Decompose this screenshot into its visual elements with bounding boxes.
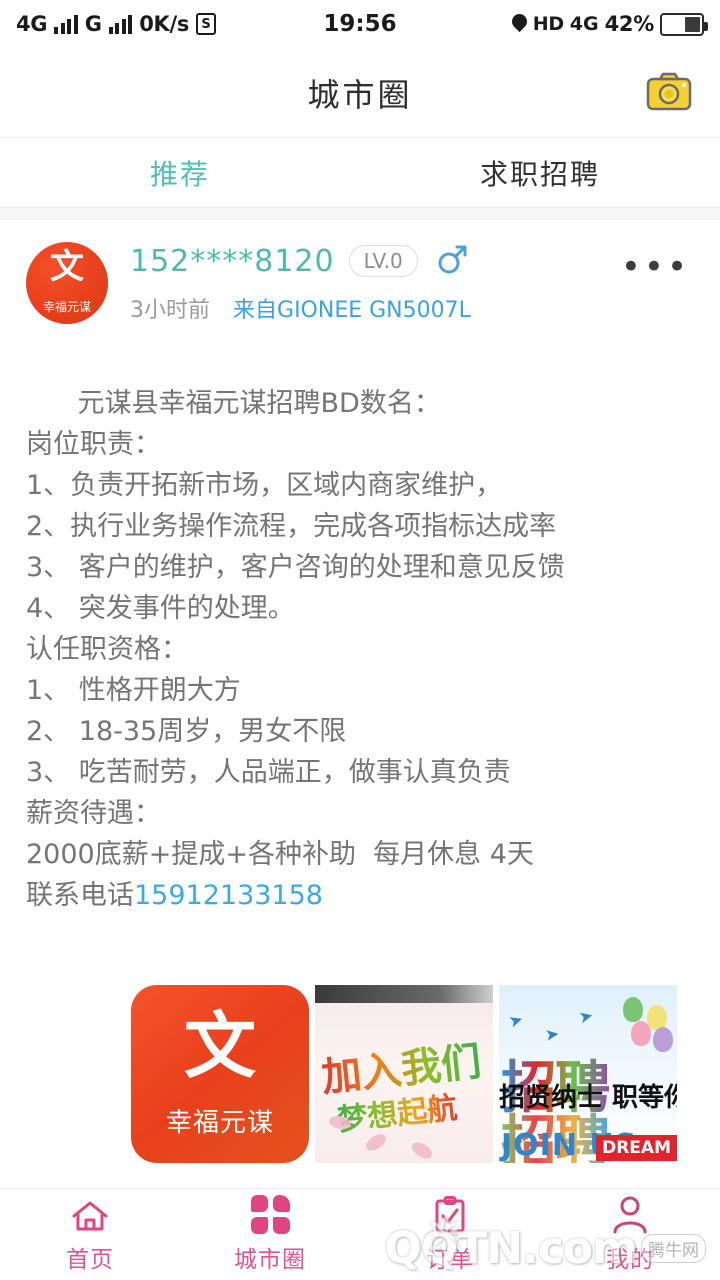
network-type-3: 4G [569,13,599,35]
nav-item-orders[interactable]: 订单 [360,1195,540,1274]
username[interactable]: 152****8120 [130,244,335,279]
grid-four-icon [250,1194,290,1234]
tab-bar: 推荐 求职招聘 [0,138,720,208]
post-image-logo-xingfu-yuanmou[interactable]: 文 幸福元谋 [131,985,309,1164]
poster-badge: DREAM [596,1135,677,1162]
avatar[interactable]: 文 幸福元谋 [26,242,108,324]
person-icon [612,1196,648,1234]
logo-figure: 文 [183,1003,257,1088]
post-author-block: 152****8120 LV.0 ••• 3小时前 来自GIONEE GN500… [108,242,694,324]
nav-label-profile: 我的 [606,1246,654,1273]
nav-label-home: 首页 [66,1246,114,1273]
contact-label: 联系电话 [26,880,134,912]
title-bar: 城市圈 [0,48,720,138]
status-bar: 4G G 0K/s S 19:56 HD 4G 42% [0,0,720,48]
balloon-icon [631,1021,651,1047]
bird-icon: ➤ [506,1009,526,1034]
nav-item-profile[interactable]: 我的 [540,1196,720,1274]
status-bar-right: HD 4G 42% [512,0,708,48]
page-title: 城市圈 [307,75,413,114]
post-source: 来自GIONEE GN5007L [233,298,471,323]
bird-icon: ➤ [576,1006,596,1029]
camera-icon[interactable] [646,71,692,115]
nav-item-home[interactable]: 首页 [0,1196,180,1274]
post-image-join-us-poster[interactable]: 加入我们 梦想起航 [315,985,493,1164]
contact-phone[interactable]: 15912133158 [134,880,323,911]
location-pin-icon [512,14,527,35]
tab-jobs[interactable]: 求职招聘 [360,153,720,193]
post-image-gallery: 文 幸福元谋 加入我们 梦想起航 ➤ ➤ ➤ 招聘 招聘 招贤纳士 职等 JOI… [26,985,694,1164]
clipboard-check-icon [433,1195,467,1234]
post-header: 文 幸福元谋 152****8120 LV.0 ••• 3小时前 来自GIONE… [26,242,694,324]
nav-item-city-circle[interactable]: 城市圈 [180,1194,360,1274]
balloon-icon [653,1027,673,1053]
avatar-label: 幸福元谋 [42,300,91,314]
app-screen: 4G G 0K/s S 19:56 HD 4G 42% 城市圈 推荐 求职招聘 … [0,0,720,1280]
author-row: 152****8120 LV.0 ••• [130,242,694,284]
gender-male-icon [436,242,470,280]
post-meta: 3小时前 来自GIONEE GN5007L [130,292,694,324]
petal-decor-icon [409,1138,435,1164]
post-card: 文 幸福元谋 152****8120 LV.0 ••• 3小时前 来自GIONE… [0,220,720,1280]
bottom-navigation: 首页 城市圈 订单 我的 [0,1188,720,1280]
logo-caption: 幸福元谋 [165,1108,274,1139]
battery-percent: 42% [604,12,655,36]
hd-label: HD [532,13,564,35]
section-divider [0,208,720,220]
post-more-button[interactable]: ••• [621,251,690,284]
post-image-recruitment-poster[interactable]: ➤ ➤ ➤ 招聘 招聘 招贤纳士 职等你来 JOIN US DREAM [499,985,677,1164]
post-body: 元谋县幸福元谋招聘BD数名： 岗位职责： 1、负责开拓新市场，区域内商家维护， … [26,342,694,957]
poster-topbar [315,985,493,1004]
level-badge: LV.0 [348,245,418,277]
post-time: 3小时前 [130,298,210,323]
nav-label-city-circle: 城市圈 [234,1246,306,1273]
balloon-icon [623,997,643,1023]
poster-overlay-text: 招贤纳士 职等你来 [499,1083,677,1114]
avatar-figure: 文 [50,246,84,287]
post-body-text: 元谋县幸福元谋招聘BD数名： 岗位职责： 1、负责开拓新市场，区域内商家维护， … [26,388,565,871]
nav-label-orders: 订单 [426,1246,474,1273]
tab-recommend[interactable]: 推荐 [0,153,360,193]
battery-icon [660,12,708,36]
home-icon [70,1196,110,1234]
